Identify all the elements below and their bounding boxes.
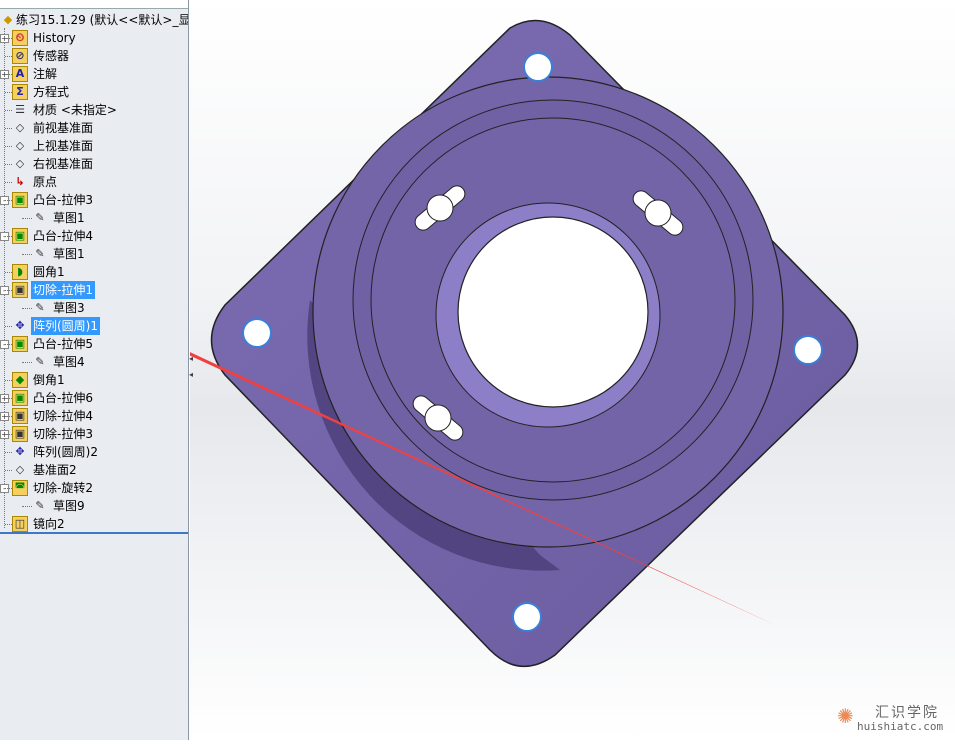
- panel-splitter[interactable]: ◂ ◂: [187, 350, 195, 386]
- tree-connector: [5, 380, 12, 381]
- tree-item[interactable]: ◆ 倒角1: [0, 371, 188, 389]
- mirror-icon: ◫: [12, 516, 28, 532]
- mount-hole: [523, 52, 553, 82]
- boss-extrude-icon: ▣: [12, 228, 28, 244]
- tree-connector: [5, 92, 12, 93]
- tree-connector: [5, 164, 12, 165]
- tree-connector: [5, 272, 12, 273]
- tree-connector: [5, 470, 12, 471]
- tree-connector: [5, 146, 12, 147]
- sensor-folder-icon: ⊘: [12, 48, 28, 64]
- logo-icon: ✺: [837, 704, 854, 728]
- sketch-icon: ✎: [35, 211, 45, 224]
- tree-item[interactable]: ✎ 草图9: [0, 497, 188, 515]
- tree-item[interactable]: ✎ 草图3: [0, 299, 188, 317]
- plane-icon: ◇: [15, 139, 25, 152]
- feature-manager-tree: ◆ 练习15.1.29 (默认<<默认>_显示 + ⏲ History ⊘ 传感器 + A 注…: [0, 0, 189, 740]
- tree-item[interactable]: - ▣ 凸台-拉伸5: [0, 335, 188, 353]
- tree-item[interactable]: ✎ 草图1: [0, 209, 188, 227]
- tree-connector: [22, 506, 32, 507]
- boss-extrude-icon: ▣: [12, 336, 28, 352]
- tree-connector: [22, 218, 32, 219]
- plane-icon: ◇: [15, 463, 25, 476]
- tree-item[interactable]: ↳ 原点: [0, 173, 188, 191]
- tree-connector: [5, 38, 12, 39]
- boss-extrude-icon: ▣: [12, 390, 28, 406]
- plane-icon: ◇: [15, 121, 25, 134]
- tree-item[interactable]: ⊘ 传感器: [0, 47, 188, 65]
- annotation-folder-icon: A: [12, 66, 28, 82]
- tree-connector: [5, 182, 12, 183]
- history-folder-icon: ⏲: [12, 30, 28, 46]
- mount-hole: [242, 318, 272, 348]
- tree-item[interactable]: Σ 方程式: [0, 83, 188, 101]
- tree-item[interactable]: + ⏲ History: [0, 29, 188, 47]
- tree-item[interactable]: ◇ 右视基准面: [0, 155, 188, 173]
- tree-item[interactable]: - ▣ 凸台-拉伸4: [0, 227, 188, 245]
- tree-item[interactable]: + ▣ 切除-拉伸4: [0, 407, 188, 425]
- tree-connector: [5, 524, 12, 525]
- tree-item[interactable]: - ▣ 凸台-拉伸3: [0, 191, 188, 209]
- circular-pattern-icon: ✥: [15, 445, 25, 458]
- boss-extrude-icon: ▣: [12, 192, 28, 208]
- tree-connector: [5, 128, 12, 129]
- tree-connector: [5, 434, 12, 435]
- circular-pattern-icon: ✥: [15, 319, 25, 332]
- tree-connector: [5, 74, 12, 75]
- tree-item[interactable]: ✥ 阵列(圆周)2: [0, 443, 188, 461]
- tree-item[interactable]: ◗ 圆角1: [0, 263, 188, 281]
- sketch-icon: ✎: [35, 301, 45, 314]
- tree-connector: [5, 452, 12, 453]
- tree-connector: [5, 110, 12, 111]
- tree-connector: [5, 488, 12, 489]
- plane-icon: ◇: [15, 157, 25, 170]
- tree-item[interactable]: ☰ 材质 <未指定>: [0, 101, 188, 119]
- material-icon: ☰: [15, 103, 25, 116]
- fillet-icon: ◗: [12, 264, 28, 280]
- chamfer-icon: ◆: [12, 372, 28, 388]
- tree-item[interactable]: - ▣ 切除-拉伸1: [0, 281, 188, 299]
- tree-item[interactable]: + ▣ 切除-拉伸3: [0, 425, 188, 443]
- tree-toolbar: [0, 0, 188, 9]
- watermark: ✺ 汇识学院 huishiatc.com: [837, 704, 944, 733]
- tree-item[interactable]: ◫ 镜向2: [0, 515, 188, 533]
- sketch-icon: ✎: [35, 499, 45, 512]
- tree-connector: [22, 362, 32, 363]
- sketch-icon: ✎: [35, 247, 45, 260]
- tree-connector: [5, 56, 12, 57]
- tree-item[interactable]: ✥ 阵列(圆周)1: [0, 317, 188, 335]
- tree-item[interactable]: - ◚ 切除-旋转2: [0, 479, 188, 497]
- tree-item[interactable]: + ▣ 凸台-拉伸6: [0, 389, 188, 407]
- tree-connector: [5, 416, 12, 417]
- tree-connector: [5, 290, 12, 291]
- bore: [457, 216, 649, 408]
- cut-extrude-icon: ▣: [12, 426, 28, 442]
- tree-item[interactable]: ✎ 草图1: [0, 245, 188, 263]
- sketch-icon: ✎: [35, 355, 45, 368]
- tree-connector: [5, 326, 12, 327]
- cut-revolve-icon: ◚: [12, 480, 28, 496]
- tree-connector: [5, 200, 12, 201]
- mount-hole: [793, 335, 823, 365]
- tree-item[interactable]: ◇ 上视基准面: [0, 137, 188, 155]
- tree-item[interactable]: + A 注解: [0, 65, 188, 83]
- origin-icon: ↳: [15, 175, 25, 188]
- graphics-area[interactable]: [108, 0, 955, 740]
- tree-connector: [5, 344, 12, 345]
- tree-connector: [22, 254, 32, 255]
- tree-item[interactable]: ◇ 前视基准面: [0, 119, 188, 137]
- cut-extrude-icon: ▣: [12, 282, 28, 298]
- rollback-bar[interactable]: [0, 532, 188, 534]
- tree-item[interactable]: ◇ 基准面2: [0, 461, 188, 479]
- tree-connector: [5, 398, 12, 399]
- equation-folder-icon: Σ: [12, 84, 28, 100]
- mount-hole: [512, 602, 542, 632]
- cut-extrude-icon: ▣: [12, 408, 28, 424]
- part-model[interactable]: [108, 0, 955, 740]
- tree-connector: [5, 236, 12, 237]
- tree-item[interactable]: ✎ 草图4: [0, 353, 188, 371]
- tree-connector: [22, 308, 32, 309]
